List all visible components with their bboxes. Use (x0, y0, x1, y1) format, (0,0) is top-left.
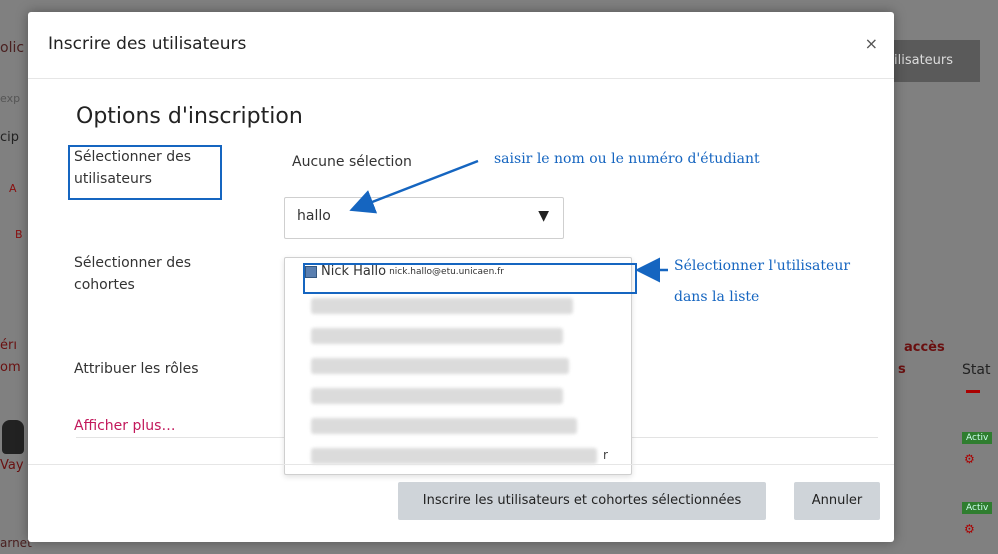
annotation-select-hint-line2: dans la liste (674, 289, 760, 305)
bg-fragment: arnet (0, 536, 32, 550)
modal-footer-divider (28, 464, 894, 465)
suggestion-item-blurred[interactable] (311, 448, 597, 464)
bg-fragment: olic (0, 40, 25, 56)
sort-indicator (966, 390, 980, 393)
bg-fragment: om (0, 360, 21, 375)
bg-fragment: s (898, 362, 906, 377)
avatar (2, 420, 24, 454)
cancel-button[interactable]: Annuler (794, 482, 880, 520)
modal-title: Inscrire des utilisateurs (48, 34, 247, 54)
suggestion-tail: r (603, 448, 608, 462)
suggestion-item-blurred[interactable] (311, 298, 573, 314)
bg-fragment: Vay (0, 458, 24, 473)
bg-fragment: exp (0, 92, 21, 105)
bg-first-access-header: accès (904, 340, 945, 355)
gear-icon[interactable]: ⚙ (964, 522, 975, 536)
suggestion-item-blurred[interactable] (311, 328, 563, 344)
show-more-link[interactable]: Afficher plus… (74, 418, 175, 434)
section-title: Options d'inscription (76, 104, 303, 129)
search-value: hallo (297, 208, 331, 224)
annotation-select-hint: Sélectionner l'utilisateur (674, 258, 851, 274)
chevron-down-icon[interactable]: ▼ (538, 208, 549, 224)
suggestion-item-blurred[interactable] (311, 418, 577, 434)
enrol-selected-button[interactable]: Inscrire les utilisateurs et cohortes sé… (398, 482, 766, 520)
bg-fragment: B (15, 228, 23, 241)
gear-icon[interactable]: ⚙ (964, 452, 975, 466)
assign-roles-label: Attribuer les rôles (74, 361, 199, 377)
no-selection-text: Aucune sélection (292, 154, 412, 170)
annotation-highlight-suggestion (303, 263, 637, 294)
user-search-input[interactable]: hallo ▼ (284, 197, 564, 239)
suggestion-item-blurred[interactable] (311, 358, 569, 374)
close-icon[interactable]: × (865, 34, 878, 53)
bg-status-header: Stat (962, 362, 991, 378)
modal-header: Inscrire des utilisateurs × (28, 12, 894, 79)
suggestion-item-blurred[interactable] (311, 388, 563, 404)
bg-fragment: cip (0, 130, 20, 145)
status-badge: Activ (962, 432, 993, 444)
bg-enrol-users-button[interactable]: ilisateurs (884, 40, 980, 82)
bg-fragment: A (9, 182, 17, 195)
bg-fragment: érı (0, 338, 17, 353)
select-cohorts-label: Sélectionner des cohortes (74, 255, 192, 293)
annotation-highlight-users-label (68, 145, 222, 200)
annotation-search-hint: saisir le nom ou le numéro d'étudiant (494, 151, 760, 167)
status-badge: Activ (962, 502, 993, 514)
